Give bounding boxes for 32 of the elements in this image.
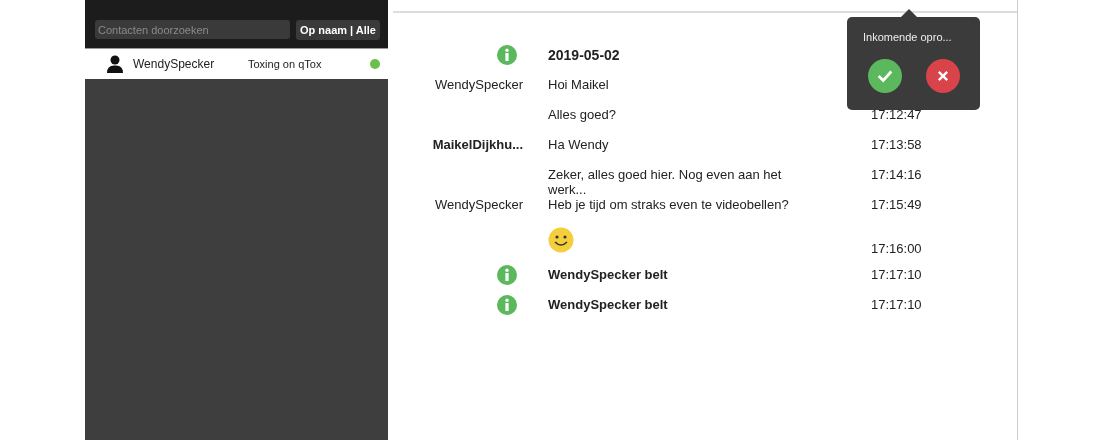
info-message: 2019-05-02 (548, 47, 620, 63)
message-time: 17:16:00 (871, 241, 922, 256)
message-text: Ha Wendy (548, 137, 609, 152)
search-field[interactable]: Contacten doorzoeken (95, 20, 290, 39)
sender-name: WendySpecker (435, 197, 523, 212)
person-icon (107, 55, 123, 73)
message-text: Alles goed? (548, 107, 616, 122)
message-time: 17:15:49 (871, 197, 922, 212)
info-message: WendySpecker belt (548, 267, 668, 282)
sender-name: WendySpecker (435, 77, 523, 92)
message-time: 17:17:10 (871, 297, 922, 312)
sender-name: MaikelDijkhu... (432, 137, 523, 152)
accept-button[interactable] (867, 59, 902, 93)
message-time: 17:14:16 (871, 167, 922, 182)
info-icon (497, 295, 517, 315)
info-icon (497, 45, 517, 65)
filter-button[interactable]: Op naam | Alle (295, 20, 380, 40)
info-message: WendySpecker belt (548, 297, 668, 312)
message-time: 17:13:58 (871, 137, 922, 152)
close-icon (936, 70, 949, 82)
message-text: Zeker, alles goed hier. Nog even aan het werk... (548, 167, 782, 197)
contact-status: Toxing on qTox (248, 58, 323, 70)
message-time: 17:12:47 (871, 107, 922, 122)
decline-button[interactable] (925, 59, 960, 93)
info-icon (497, 265, 517, 285)
message-time: 17:17:10 (871, 267, 922, 282)
message-text: Heb je tijd om straks even te videobellen? (548, 197, 789, 212)
smiley-icon (548, 227, 574, 253)
popup-title: Inkomende opro... (863, 31, 952, 43)
contact-item[interactable]: WendySpecker Toxing on qTox (85, 48, 388, 79)
contact-name: WendySpecker (133, 57, 216, 71)
message-text: Hoi Maikel (548, 77, 609, 92)
